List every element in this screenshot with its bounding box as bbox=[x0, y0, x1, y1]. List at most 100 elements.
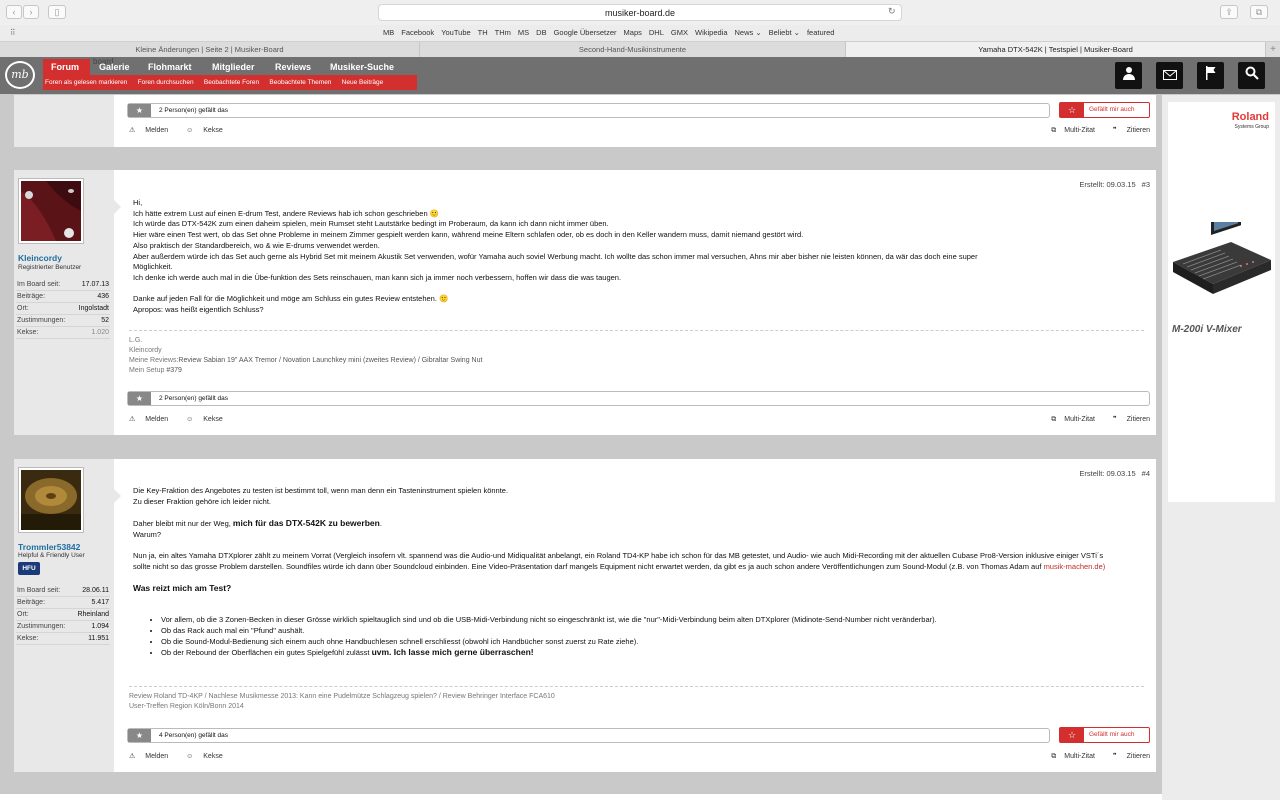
avatar[interactable] bbox=[18, 467, 84, 533]
paragraph: Nun ja, ein altes Yamaha DTXplorer zählt… bbox=[133, 551, 1106, 571]
cookies-link[interactable]: ☺ Kekse bbox=[186, 127, 231, 134]
star-icon: ★ bbox=[128, 392, 151, 405]
username[interactable]: Kleincordy bbox=[18, 253, 62, 263]
subnav-new-posts[interactable]: Neue Beiträge bbox=[342, 79, 384, 86]
sidebar-icon[interactable]: ▯ bbox=[48, 5, 66, 19]
user-stats: Im Board seit: 28.06.11 Beiträge: 5.417 Or… bbox=[16, 585, 110, 645]
cookies-link[interactable]: ☺ Kekse bbox=[186, 753, 231, 760]
tabs-overview-icon[interactable]: ⧉ bbox=[1250, 5, 1268, 19]
forward-icon[interactable]: › bbox=[23, 5, 39, 19]
stat-likes: Zustimmungen: 52 bbox=[16, 315, 110, 327]
nav-flohmarkt[interactable]: Flohmarkt bbox=[140, 59, 200, 75]
bookmark-item[interactable]: Google Übersetzer bbox=[554, 28, 617, 37]
new-tab-icon[interactable]: + bbox=[1266, 42, 1280, 57]
post-number[interactable]: #3 bbox=[1142, 180, 1150, 189]
multiquote-link[interactable]: ⧉ Multi-Zitat bbox=[1043, 753, 1095, 760]
like-button[interactable]: ☆ Gefällt mir auch bbox=[1059, 102, 1150, 118]
nav-mitglieder[interactable]: Mitglieder bbox=[204, 59, 263, 75]
bookmark-item[interactable]: MB bbox=[383, 28, 394, 37]
grid-icon[interactable]: ⠿ bbox=[10, 26, 16, 40]
mail-icon[interactable] bbox=[1156, 62, 1183, 89]
bookmark-item[interactable]: Maps bbox=[624, 28, 642, 37]
star-outline-icon: ☆ bbox=[1060, 728, 1084, 742]
bookmark-item[interactable]: MS bbox=[518, 28, 529, 37]
like-button[interactable]: ☆ Gefällt mir auch bbox=[1059, 727, 1150, 743]
like-summary: ★ 2 Person(en) gefällt das bbox=[127, 103, 1050, 118]
signature: L.G. Kleincordy Meine Reviews:Review Sab… bbox=[129, 330, 1144, 376]
post-body: Die Key-Fraktion des Angebotes zu testen… bbox=[133, 486, 1110, 659]
like-count-text: 2 Person(en) gefällt das bbox=[159, 395, 229, 402]
list-item: Ob das Rack auch mal ein "Pfund" aushält… bbox=[161, 626, 1110, 637]
report-link[interactable]: ⚠ Melden bbox=[129, 127, 176, 134]
reload-icon[interactable]: ↻ bbox=[888, 6, 896, 17]
tab-kleine-aenderungen[interactable]: Kleine Änderungen | Seite 2 | Musiker-Bo… bbox=[0, 42, 420, 57]
user-stats: Im Board seit: 17.07.13 Beiträge: 436 Ort:… bbox=[16, 279, 110, 339]
sig-links[interactable]: Review Roland TD-4KP / Nachlese Musikmes… bbox=[129, 692, 1144, 702]
nav-reviews[interactable]: Reviews bbox=[267, 59, 319, 75]
bookmark-item[interactable]: YouTube bbox=[441, 28, 470, 37]
post-line: Hier wäre einen Test wert, ob das Set oh… bbox=[133, 230, 804, 240]
bookmark-item[interactable]: DB bbox=[536, 28, 546, 37]
sig-reviews-links[interactable]: Review Sabian 19" AAX Tremor / Novation … bbox=[178, 357, 482, 364]
post-actions: ⚠ Melden ☺ Kekse ⧉ Multi-Zitat ❞ Zitieren bbox=[127, 414, 1150, 426]
sig-link[interactable]: User-Treffen Region Köln/Bonn 2014 bbox=[129, 702, 1144, 712]
multiquote-label: Multi-Zitat bbox=[1064, 416, 1095, 423]
share-icon[interactable]: ⇪ bbox=[1220, 5, 1238, 19]
username[interactable]: Trommler53842 bbox=[18, 542, 80, 552]
like-button-label: Gefällt mir auch bbox=[1089, 731, 1135, 738]
subnav-mark-read[interactable]: Foren als gelesen markieren bbox=[45, 79, 127, 86]
quote-link[interactable]: ❞ Zitieren bbox=[1105, 127, 1150, 134]
subnav-watched-threads[interactable]: Beobachtete Themen bbox=[269, 79, 331, 86]
bookmark-item[interactable]: THm bbox=[495, 28, 511, 37]
multiquote-link[interactable]: ⧉ Multi-Zitat bbox=[1043, 127, 1095, 134]
bookmark-item[interactable]: GMX bbox=[671, 28, 688, 37]
nav-musiker-suche[interactable]: Musiker-Suche bbox=[322, 59, 402, 75]
bookmark-item[interactable]: Facebook bbox=[401, 28, 434, 37]
subnav-watched-forums[interactable]: Beobachtete Foren bbox=[204, 79, 259, 86]
subnav-search-forums[interactable]: Foren durchsuchen bbox=[138, 79, 194, 86]
url-bar[interactable]: musiker-board.de bbox=[378, 4, 902, 21]
cookies-label: Kekse bbox=[203, 753, 223, 760]
sig-setup-link[interactable]: #379 bbox=[164, 367, 182, 374]
post-4: Trommler53842 Helpful & Friendly User HF… bbox=[14, 459, 1156, 772]
back-icon[interactable]: ‹ bbox=[6, 5, 22, 19]
bookmark-item[interactable]: DHL bbox=[649, 28, 664, 37]
stat-cookies: Kekse: 1.020 bbox=[16, 327, 110, 339]
quote-link[interactable]: ❞ Zitieren bbox=[1105, 753, 1150, 760]
report-link[interactable]: ⚠ Melden bbox=[129, 753, 176, 760]
like-button-label: Gefällt mir auch bbox=[1089, 106, 1135, 113]
paragraph: Zu dieser Fraktion gehöre ich leider nic… bbox=[133, 496, 271, 506]
roland-ad[interactable]: Roland Systems Group M-200i V-Mixer bbox=[1168, 102, 1275, 502]
stat-posts: Beiträge: 5.417 bbox=[16, 597, 110, 609]
post-number[interactable]: #4 bbox=[1142, 469, 1150, 478]
user-icon[interactable] bbox=[1115, 62, 1142, 89]
flag-icon[interactable] bbox=[1197, 62, 1224, 89]
bookmark-item[interactable]: News ⌄ bbox=[735, 28, 762, 37]
quote-link[interactable]: ❞ Zitieren bbox=[1105, 416, 1150, 423]
bookmark-item[interactable]: featured bbox=[807, 28, 835, 37]
post-line: Also praktisch der Standardbereich, wo &… bbox=[133, 240, 380, 250]
hfu-badge: HFU bbox=[18, 562, 40, 575]
multiquote-link[interactable]: ⧉ Multi-Zitat bbox=[1043, 416, 1095, 423]
nav-galerie[interactable]: Galerie bbox=[91, 59, 138, 75]
cookie-icon: ☺ bbox=[186, 416, 194, 423]
site-logo[interactable]: mb bbox=[5, 61, 35, 89]
nav-forum[interactable]: Forum bbox=[43, 59, 90, 75]
avatar[interactable] bbox=[18, 178, 84, 244]
cookies-link[interactable]: ☺ Kekse bbox=[186, 416, 231, 423]
quote-icon: ❞ bbox=[1112, 416, 1117, 423]
post-arrow bbox=[114, 489, 121, 503]
list-item: Ob die Sound-Modul-Bedienung sich einem … bbox=[161, 637, 1110, 648]
musik-machen-link[interactable]: musik-machen.de) bbox=[1044, 562, 1106, 571]
search-icon[interactable] bbox=[1238, 62, 1265, 89]
report-label: Melden bbox=[145, 753, 169, 760]
bookmark-item[interactable]: TH bbox=[478, 28, 488, 37]
report-link[interactable]: ⚠ Melden bbox=[129, 416, 176, 423]
like-count-text: 4 Person(en) gefällt das bbox=[159, 732, 229, 739]
post-line: Ich würde das DTX-542K zum einen daheim … bbox=[133, 219, 609, 229]
bookmark-item[interactable]: Beliebt ⌄ bbox=[769, 28, 800, 37]
tab-yamaha-dtx[interactable]: Yamaha DTX-542K | Testspiel | Musiker-Bo… bbox=[846, 42, 1266, 57]
stat-joined: Im Board seit: 28.06.11 bbox=[16, 585, 110, 597]
bookmark-item[interactable]: Wikipedia bbox=[695, 28, 728, 37]
tab-second-hand[interactable]: Second-Hand-Musikinstrumente bbox=[420, 42, 846, 57]
